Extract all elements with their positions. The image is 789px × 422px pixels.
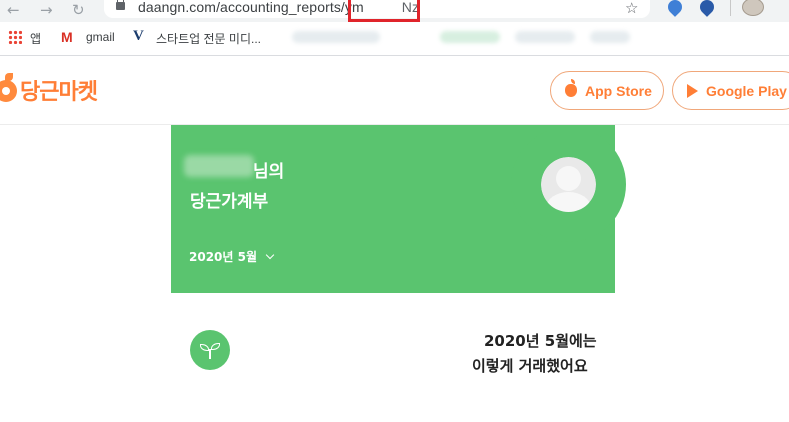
bookmark-gmail[interactable]: gmail (86, 30, 115, 44)
toolbar-divider (730, 0, 731, 16)
app-store-button[interactable]: App Store (550, 71, 664, 110)
blurred-bookmark[interactable] (590, 31, 630, 43)
lock-icon[interactable] (116, 0, 125, 10)
blurred-bookmark[interactable] (440, 31, 500, 43)
star-icon[interactable]: ☆ (625, 0, 638, 17)
blurred-bookmark[interactable] (515, 31, 575, 43)
apple-icon (565, 79, 577, 97)
url-path: /accounting_reports/ym (216, 0, 364, 15)
summary-line-1: 2020년 5월에는 (484, 332, 597, 350)
bookmark-startup-media[interactable]: 스타트업 전문 미디... (156, 30, 261, 47)
app-store-label: App Store (585, 82, 652, 99)
apps-icon[interactable] (8, 30, 22, 44)
gmail-icon[interactable]: M (61, 29, 73, 45)
back-icon[interactable]: ← (7, 1, 20, 19)
chevron-down-icon (265, 250, 275, 260)
profile-body (546, 192, 591, 224)
url-host: daangn.com (138, 0, 217, 15)
blurred-bookmark[interactable] (292, 31, 380, 43)
startup-media-icon[interactable]: V (133, 28, 144, 45)
bookmarks-bar (0, 22, 789, 56)
month-label: 2020년 5월 (189, 250, 258, 264)
summary-line-2: 이렇게 거래했어요 (472, 357, 588, 375)
blurred-username (184, 155, 254, 177)
bookmark-apps[interactable]: 앱 (30, 30, 41, 47)
google-play-label: Google Play (706, 82, 787, 99)
site-header (0, 57, 789, 125)
brand-logo[interactable]: 당근마켓 (20, 74, 98, 106)
highlight-box (348, 0, 420, 22)
sprout-stem (209, 349, 211, 359)
profile-face (556, 166, 581, 191)
play-icon (687, 83, 698, 98)
card-title-suffix: 님의 (253, 162, 285, 182)
forward-icon[interactable]: → (40, 1, 53, 19)
reload-icon[interactable]: ↻ (72, 1, 85, 19)
google-play-button[interactable]: Google Play (672, 71, 789, 110)
month-selector[interactable]: 2020년 5월 (189, 248, 275, 265)
card-title: 당근가계부 (190, 192, 269, 212)
